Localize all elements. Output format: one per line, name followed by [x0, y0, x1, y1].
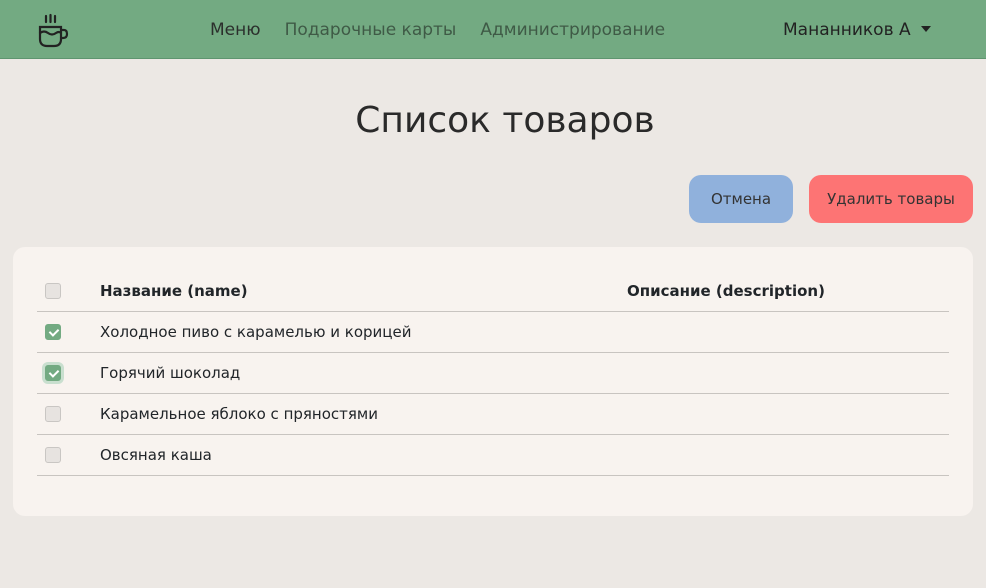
user-menu-dropdown[interactable]: Мананников А	[783, 19, 931, 41]
row-checkbox[interactable]	[45, 446, 61, 463]
nav-link-gift-cards[interactable]: Подарочные карты	[285, 19, 457, 41]
table-row[interactable]: Овсяная каша	[37, 434, 949, 476]
product-name: Горячий шоколад	[100, 352, 627, 394]
product-name: Карамельное яблоко с пряностями	[100, 393, 627, 435]
coffee-cup-icon[interactable]	[36, 13, 70, 49]
row-check-cell	[37, 352, 100, 394]
product-description	[627, 352, 949, 394]
row-check-cell	[37, 393, 100, 435]
table-header-row: Название (name) Описание (description)	[37, 271, 949, 312]
products-table: Название (name) Описание (description) Х…	[37, 271, 949, 476]
products-card: Название (name) Описание (description) Х…	[13, 247, 973, 516]
product-name: Овсяная каша	[100, 434, 627, 476]
table-row[interactable]: Карамельное яблоко с пряностями	[37, 393, 949, 435]
cancel-button[interactable]: Отмена	[689, 175, 793, 223]
row-checkbox[interactable]	[45, 364, 61, 381]
caret-down-icon	[920, 26, 931, 32]
row-check-cell	[37, 434, 100, 476]
delete-products-button[interactable]: Удалить товары	[809, 175, 973, 223]
page-title: Список товаров	[355, 100, 655, 141]
nav-links: Меню Подарочные карты Администрирование	[210, 19, 689, 41]
table-row[interactable]: Холодное пиво с карамелью и корицей	[37, 311, 949, 353]
product-description	[627, 311, 949, 353]
header-description: Описание (description)	[627, 271, 949, 312]
product-description	[627, 434, 949, 476]
row-checkbox[interactable]	[45, 405, 61, 422]
select-all-checkbox[interactable]	[45, 282, 61, 299]
row-checkbox[interactable]	[45, 323, 61, 340]
top-navbar: Меню Подарочные карты Администрирование …	[0, 0, 986, 59]
select-all-cell	[37, 271, 100, 312]
nav-link-menu[interactable]: Меню	[210, 19, 261, 41]
row-check-cell	[37, 311, 100, 353]
nav-link-administration[interactable]: Администрирование	[480, 19, 665, 41]
user-name: Мананников А	[783, 20, 911, 40]
header-name: Название (name)	[100, 271, 627, 312]
product-description	[627, 393, 949, 435]
product-name: Холодное пиво с карамелью и корицей	[100, 311, 627, 353]
table-row[interactable]: Горячий шоколад	[37, 352, 949, 394]
